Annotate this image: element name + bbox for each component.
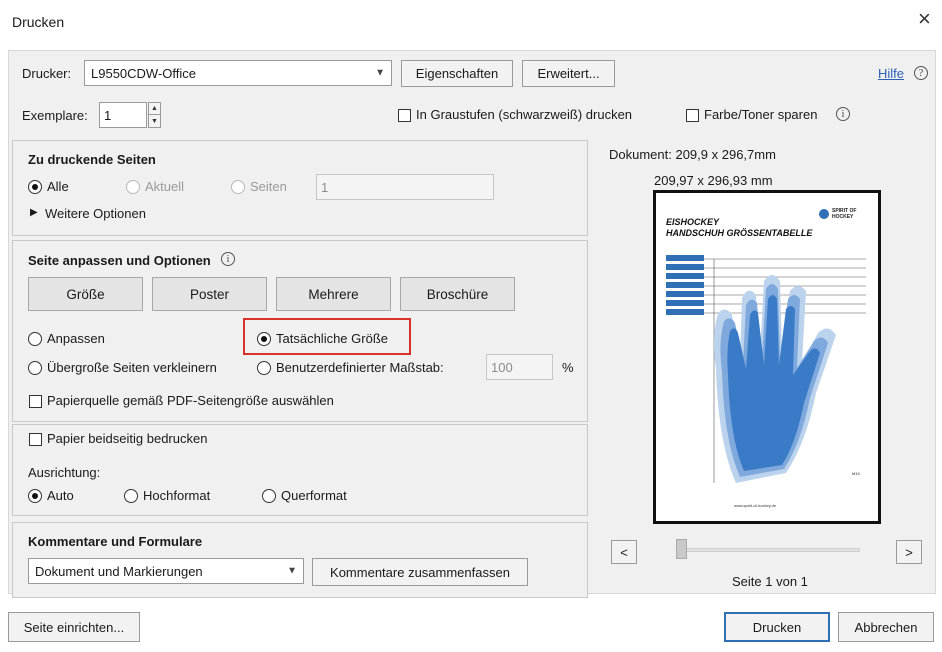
radio-portrait-label: Hochformat bbox=[143, 488, 211, 503]
tab-size[interactable]: Größe bbox=[28, 277, 143, 311]
radio-portrait[interactable] bbox=[124, 489, 138, 503]
copies-label: Exemplare: bbox=[22, 108, 88, 123]
help-icon[interactable]: ? bbox=[914, 66, 928, 80]
expand-triangle-icon[interactable]: ▶ bbox=[30, 207, 38, 218]
duplex-checkbox[interactable] bbox=[29, 433, 42, 446]
properties-button[interactable]: Eigenschaften bbox=[401, 60, 513, 87]
radio-fit[interactable] bbox=[28, 332, 42, 346]
percent-label: % bbox=[562, 360, 574, 375]
radio-auto[interactable] bbox=[28, 489, 42, 503]
paper-size: 209,97 x 296,93 mm bbox=[654, 173, 773, 188]
doc-title-line2: HANDSCHUH GRÖSSENTABELLE bbox=[666, 228, 813, 238]
more-options-toggle[interactable]: Weitere Optionen bbox=[45, 206, 146, 221]
sizing-heading: Seite anpassen und Optionen bbox=[28, 253, 211, 268]
prev-page-button[interactable]: < bbox=[611, 540, 637, 564]
radio-shrink-label: Übergroße Seiten verkleinern bbox=[47, 360, 217, 375]
radio-landscape[interactable] bbox=[262, 489, 276, 503]
logo-icon bbox=[819, 209, 829, 219]
page-thumbnail: EISHOCKEY HANDSCHUH GRÖSSENTABELLE SPIRI… bbox=[656, 193, 878, 521]
stepper-down-icon[interactable]: ▼ bbox=[149, 115, 160, 127]
radio-actual-size-label: Tatsächliche Größe bbox=[276, 331, 388, 346]
radio-fit-label: Anpassen bbox=[47, 331, 105, 346]
radio-actual-size[interactable] bbox=[257, 332, 271, 346]
printer-select[interactable]: L9550CDW-Office ▼ bbox=[84, 60, 392, 86]
page-setup-button[interactable]: Seite einrichten... bbox=[8, 612, 140, 642]
radio-current[interactable] bbox=[126, 180, 140, 194]
radio-current-label: Aktuell bbox=[145, 179, 185, 194]
paper-source-checkbox[interactable] bbox=[29, 395, 42, 408]
logo-text-2: HOCKEY bbox=[832, 214, 854, 220]
size-marker: M19 bbox=[852, 471, 861, 476]
tab-booklet[interactable]: Broschüre bbox=[400, 277, 515, 311]
save-toner-label: Farbe/Toner sparen bbox=[704, 107, 818, 122]
orientation-label: Ausrichtung: bbox=[28, 465, 101, 480]
footer-url: www.spirit-of-hockey.de bbox=[734, 503, 777, 508]
copies-input[interactable]: 1 bbox=[99, 102, 147, 128]
document-size: Dokument: 209,9 x 296,7mm bbox=[609, 147, 776, 162]
radio-all[interactable] bbox=[28, 180, 42, 194]
page-preview: EISHOCKEY HANDSCHUH GRÖSSENTABELLE SPIRI… bbox=[653, 190, 881, 524]
grayscale-checkbox[interactable] bbox=[398, 109, 411, 122]
stepper-up-icon[interactable]: ▲ bbox=[149, 103, 160, 115]
summarize-comments-button[interactable]: Kommentare zusammenfassen bbox=[312, 558, 528, 586]
grayscale-label: In Graustufen (schwarzweiß) drucken bbox=[416, 107, 633, 122]
save-toner-checkbox[interactable] bbox=[686, 109, 699, 122]
next-page-button[interactable]: > bbox=[896, 540, 922, 564]
radio-landscape-label: Querformat bbox=[281, 488, 347, 503]
info-icon[interactable]: i bbox=[836, 107, 850, 121]
radio-shrink[interactable] bbox=[28, 361, 42, 375]
size-legend bbox=[666, 255, 704, 315]
duplex-label: Papier beidseitig bedrucken bbox=[47, 431, 208, 446]
page-indicator: Seite 1 von 1 bbox=[732, 574, 808, 589]
window-title: Drucken bbox=[12, 14, 65, 30]
page-slider-track[interactable] bbox=[678, 548, 860, 552]
pages-range-input[interactable]: 1 bbox=[316, 174, 494, 200]
print-button[interactable]: Drucken bbox=[724, 612, 830, 642]
doc-title-line1: EISHOCKEY bbox=[666, 217, 720, 227]
printer-select-value: L9550CDW-Office bbox=[91, 65, 197, 81]
chevron-down-icon: ▼ bbox=[287, 565, 297, 577]
tab-poster[interactable]: Poster bbox=[152, 277, 267, 311]
help-link[interactable]: Hilfe bbox=[878, 66, 904, 81]
custom-scale-input[interactable]: 100 bbox=[486, 354, 553, 380]
comments-heading: Kommentare und Formulare bbox=[28, 534, 203, 549]
copies-stepper[interactable]: ▲ ▼ bbox=[148, 102, 161, 128]
radio-auto-label: Auto bbox=[47, 488, 74, 503]
printer-label: Drucker: bbox=[22, 66, 72, 81]
paper-source-label: Papierquelle gemäß PDF-Seitengröße auswä… bbox=[47, 393, 334, 408]
pages-heading: Zu druckende Seiten bbox=[28, 152, 156, 167]
cancel-button[interactable]: Abbrechen bbox=[838, 612, 934, 642]
comments-select[interactable]: Dokument und Markierungen ▼ bbox=[28, 558, 304, 584]
tab-multiple[interactable]: Mehrere bbox=[276, 277, 391, 311]
close-icon[interactable]: × bbox=[918, 8, 931, 30]
radio-pages[interactable] bbox=[231, 180, 245, 194]
comments-select-value: Dokument und Markierungen bbox=[35, 563, 203, 579]
page-slider-thumb[interactable] bbox=[676, 539, 687, 559]
radio-custom-scale[interactable] bbox=[257, 361, 271, 375]
radio-all-label: Alle bbox=[47, 179, 69, 194]
chevron-down-icon: ▼ bbox=[375, 67, 385, 79]
radio-pages-label: Seiten bbox=[250, 179, 287, 194]
advanced-button[interactable]: Erweitert... bbox=[522, 60, 615, 87]
info-icon[interactable]: i bbox=[221, 252, 235, 266]
radio-custom-scale-label: Benutzerdefinierter Maßstab: bbox=[276, 360, 444, 375]
